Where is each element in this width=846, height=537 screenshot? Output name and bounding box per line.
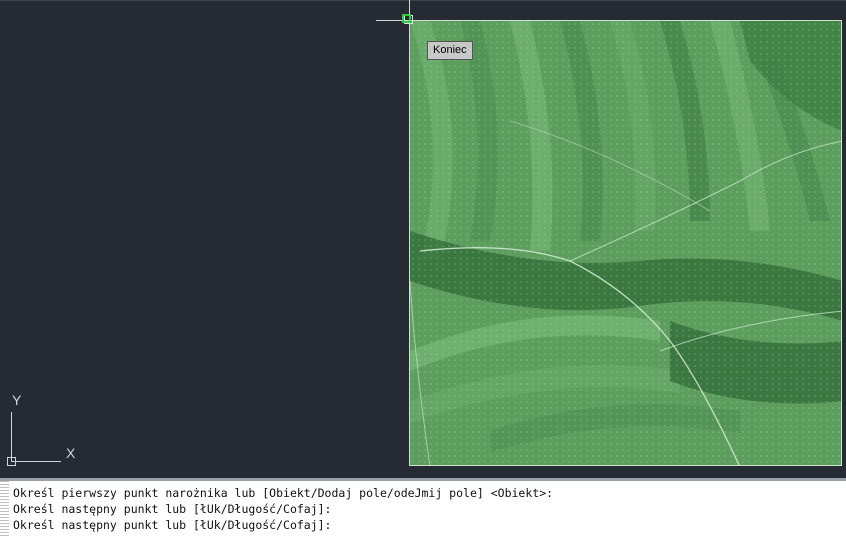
command-line-panel[interactable]: Określ pierwszy punkt narożnika lub [Obi… [0, 478, 846, 537]
ucs-icon: Y X [0, 390, 90, 470]
aerial-raster-image[interactable] [409, 20, 842, 466]
drawing-viewport[interactable]: Koniec Y X [0, 0, 846, 478]
ucs-x-label: X [66, 445, 76, 461]
endpoint-snap-marker-icon [402, 14, 411, 23]
ucs-y-label: Y [12, 392, 22, 408]
ucs-origin-box [7, 457, 16, 466]
command-history-line: Określ pierwszy punkt narożnika lub [Obi… [13, 486, 554, 500]
crosshair-vertical [409, 0, 410, 60]
ucs-x-axis [11, 461, 61, 462]
command-history-line: Określ następny punkt lub [łUk/Długość/C… [13, 518, 332, 532]
ucs-y-axis [11, 412, 12, 461]
viewport-top-edge [0, 0, 846, 1]
command-history-line: Określ następny punkt lub [łUk/Długość/C… [13, 502, 332, 516]
command-line-grip-handle[interactable] [0, 481, 9, 537]
command-history: Określ pierwszy punkt narożnika lub [Obi… [13, 485, 553, 533]
snap-tooltip: Koniec [427, 41, 473, 60]
raster-texture [410, 21, 841, 465]
